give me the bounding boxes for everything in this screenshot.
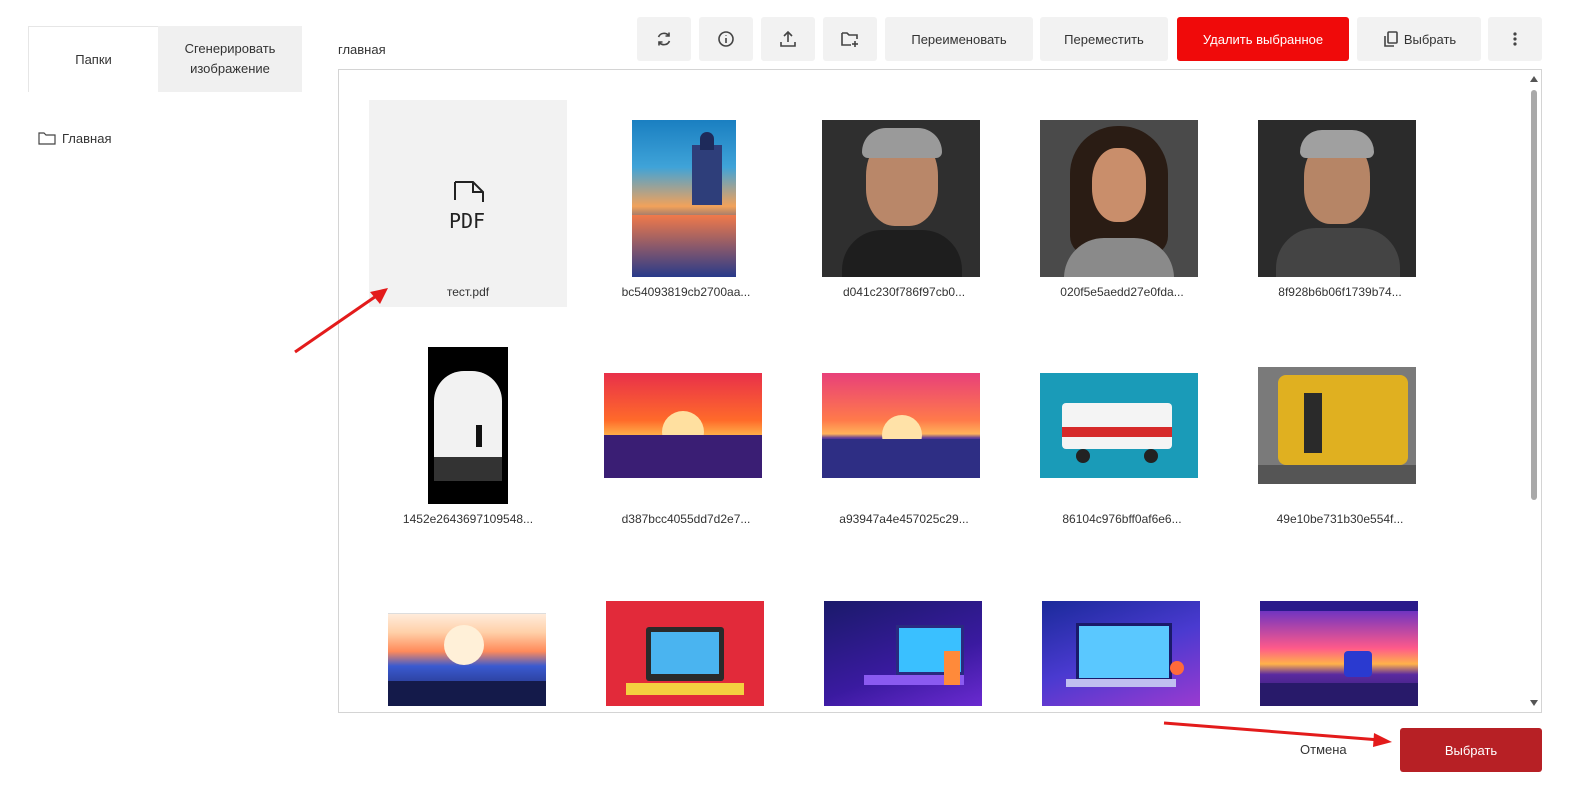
- select-toolbar-label: Выбрать: [1403, 31, 1457, 47]
- file-item-pdf[interactable]: PDF тест.pdf: [369, 100, 567, 307]
- pdf-label: PDF: [449, 209, 485, 232]
- file-item[interactable]: 49e10be731b30e554f...: [1241, 327, 1439, 534]
- image-thumbnail: [604, 373, 762, 478]
- folder-tree-label: Главная: [62, 130, 112, 146]
- file-caption: a93947a4e457025c29...: [839, 512, 969, 526]
- pdf-file-icon: PDF: [449, 181, 485, 232]
- folder-tree-item-home[interactable]: Главная: [38, 130, 111, 146]
- image-thumbnail: [1040, 373, 1198, 478]
- delete-selected-button[interactable]: Удалить выбранное: [1177, 17, 1349, 61]
- file-item[interactable]: [1023, 554, 1221, 712]
- vertical-scrollbar[interactable]: [1527, 70, 1541, 712]
- file-caption: 020f5e5aedd27e0fda...: [1060, 285, 1184, 299]
- image-thumbnail: [632, 120, 736, 277]
- tab-folders[interactable]: Папки: [28, 26, 158, 92]
- more-vertical-icon: [1513, 32, 1517, 46]
- image-thumbnail: [388, 601, 546, 706]
- file-item[interactable]: [369, 554, 567, 712]
- move-button[interactable]: Переместить: [1040, 17, 1168, 61]
- scroll-up-arrow-icon[interactable]: [1530, 76, 1538, 82]
- file-item[interactable]: [1241, 554, 1439, 712]
- info-icon: [718, 31, 734, 47]
- cancel-button[interactable]: Отмена: [1300, 742, 1347, 757]
- folder-icon: [38, 132, 56, 145]
- file-caption: 8f928b6b06f1739b74...: [1278, 285, 1402, 299]
- file-caption: d041c230f786f97cb0...: [842, 285, 966, 299]
- image-thumbnail: [428, 347, 508, 504]
- file-item[interactable]: 8f928b6b06f1739b74...: [1241, 100, 1439, 307]
- file-item[interactable]: 020f5e5aedd27e0fda...: [1023, 100, 1221, 307]
- scroll-down-arrow-icon[interactable]: [1530, 700, 1538, 706]
- image-thumbnail: [1258, 120, 1416, 277]
- image-thumbnail: [1258, 367, 1416, 484]
- file-item[interactable]: [587, 554, 785, 712]
- annotation-arrow-icon: [1163, 721, 1392, 747]
- file-item[interactable]: bc54093819cb2700aa...: [587, 100, 785, 307]
- file-item[interactable]: [805, 554, 1003, 712]
- more-button[interactable]: [1488, 17, 1542, 61]
- image-thumbnail: [822, 120, 980, 277]
- select-button[interactable]: Выбрать: [1400, 728, 1542, 772]
- file-item[interactable]: 1452e2643697109548...: [369, 327, 567, 534]
- image-thumbnail: [1042, 601, 1200, 706]
- copy-icon: [1384, 31, 1398, 47]
- file-caption: 1452e2643697109548...: [402, 512, 534, 526]
- refresh-icon: [657, 32, 671, 46]
- rename-button[interactable]: Переименовать: [885, 17, 1033, 61]
- info-button[interactable]: [699, 17, 753, 61]
- file-caption: тест.pdf: [446, 285, 490, 299]
- image-thumbnail: [606, 601, 764, 706]
- breadcrumb[interactable]: главная: [338, 42, 386, 57]
- file-item[interactable]: d387bcc4055dd7d2e7...: [587, 327, 785, 534]
- sidebar-tabs: Папки Сгенерировать изображение: [28, 26, 302, 92]
- image-thumbnail: [822, 373, 980, 478]
- file-caption: bc54093819cb2700aa...: [621, 285, 751, 299]
- new-folder-button[interactable]: [823, 17, 877, 61]
- file-caption: 49e10be731b30e554f...: [1276, 512, 1404, 526]
- image-thumbnail: [1260, 601, 1418, 706]
- upload-button[interactable]: [761, 17, 815, 61]
- refresh-button[interactable]: [637, 17, 691, 61]
- image-thumbnail: [824, 601, 982, 706]
- file-item[interactable]: a93947a4e457025c29...: [805, 327, 1003, 534]
- select-toolbar-button[interactable]: Выбрать: [1357, 17, 1481, 61]
- file-item[interactable]: d041c230f786f97cb0...: [805, 100, 1003, 307]
- scrollbar-thumb[interactable]: [1531, 90, 1537, 500]
- file-caption: d387bcc4055dd7d2e7...: [621, 512, 751, 526]
- upload-icon: [780, 30, 796, 47]
- tab-generate-image[interactable]: Сгенерировать изображение: [158, 26, 302, 92]
- file-item[interactable]: 86104c976bff0af6e6...: [1023, 327, 1221, 534]
- image-thumbnail: [1040, 120, 1198, 277]
- file-caption: 86104c976bff0af6e6...: [1062, 512, 1182, 526]
- file-grid-panel: PDF тест.pdf bc54093819cb2700aa... d041c…: [338, 69, 1542, 713]
- new-folder-icon: [841, 32, 858, 47]
